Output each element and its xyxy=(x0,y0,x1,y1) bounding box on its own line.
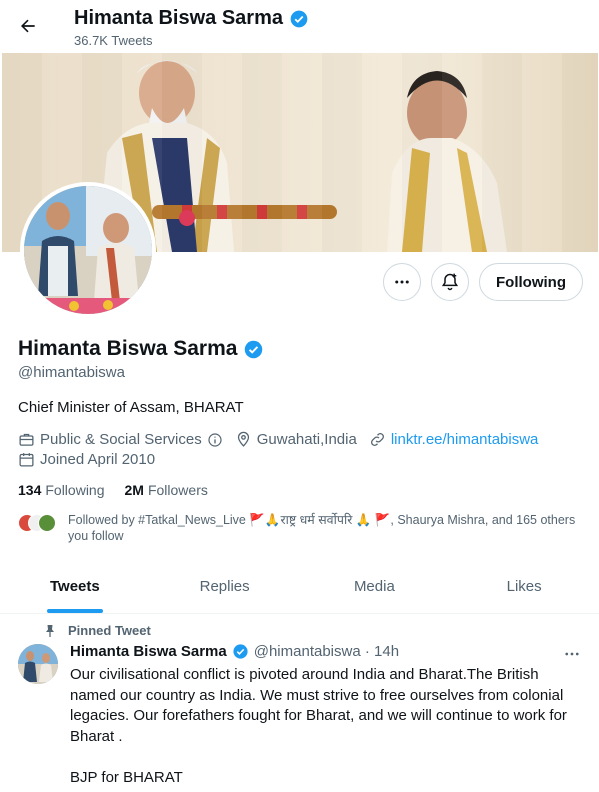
tweet-handle-time[interactable]: @himantabiswa · 14h xyxy=(254,643,399,660)
tab-replies[interactable]: Replies xyxy=(150,560,300,613)
profile-joined: Joined April 2010 xyxy=(18,451,155,468)
following-button[interactable]: Following xyxy=(479,263,583,301)
pin-icon xyxy=(46,624,54,637)
more-horizontal-icon xyxy=(395,280,409,284)
tweet-header: Himanta Biswa Sarma @himantabiswa · 14h xyxy=(70,643,399,660)
header-title: Himanta Biswa Sarma xyxy=(74,7,309,30)
profile-joined-label: Joined April 2010 xyxy=(40,451,156,468)
profile-stats: 134 Following 2M Followers xyxy=(18,482,208,498)
profile-meta-row: Public & Social Services Guwahati,India … xyxy=(18,431,550,448)
profile-location-label: Guwahati,India xyxy=(256,431,357,448)
profile-bio: Chief Minister of Assam, BHARAT xyxy=(18,399,244,416)
profile-category-label: Public & Social Services xyxy=(40,431,202,448)
profile-avatar[interactable] xyxy=(20,182,156,318)
profile-display-name: Himanta Biswa Sarma xyxy=(18,337,238,360)
follower-avatar xyxy=(38,514,56,532)
profile-location: Guwahati,India xyxy=(235,431,357,448)
info-icon[interactable] xyxy=(207,432,223,448)
briefcase-icon xyxy=(19,433,34,446)
tab-tweets[interactable]: Tweets xyxy=(0,560,150,613)
tab-label: Tweets xyxy=(50,578,100,595)
profile-name: Himanta Biswa Sarma xyxy=(18,337,264,361)
tab-likes[interactable]: Likes xyxy=(449,560,599,613)
profile-category: Public & Social Services xyxy=(18,431,223,448)
tab-media[interactable]: Media xyxy=(300,560,450,613)
more-horizontal-icon xyxy=(565,652,579,656)
pinned-tweet[interactable]: Pinned Tweet Himanta Biswa Sarma @himant… xyxy=(0,615,599,792)
profile-joined-row: Joined April 2010 xyxy=(18,451,167,468)
back-arrow-icon[interactable] xyxy=(14,12,42,40)
profile-link-url[interactable]: linktr.ee/himantabiswa xyxy=(391,431,539,448)
followed-by-row[interactable]: Followed by #Tatkal_News_Live 🚩🙏राष्ट्र … xyxy=(18,512,578,544)
followers-stat[interactable]: 2M Followers xyxy=(125,482,208,498)
followers-label: Followers xyxy=(147,482,208,498)
more-options-button[interactable] xyxy=(383,263,422,301)
tab-label: Likes xyxy=(506,578,542,595)
tweet-author-name[interactable]: Himanta Biswa Sarma xyxy=(70,643,227,660)
bell-plus-icon xyxy=(441,273,459,291)
follower-avatars xyxy=(18,514,58,534)
tweet-count: 36.7K Tweets xyxy=(74,33,153,48)
location-pin-icon xyxy=(237,431,249,447)
profile-actions: Following xyxy=(383,263,583,301)
followers-count: 2M xyxy=(124,482,144,498)
tweet-author-avatar[interactable] xyxy=(18,644,58,684)
active-tab-indicator xyxy=(46,609,103,613)
calendar-icon xyxy=(19,453,34,467)
link-icon xyxy=(370,433,384,446)
profile-tabs: Tweets Replies Media Likes xyxy=(0,560,599,614)
header-name: Himanta Biswa Sarma xyxy=(74,7,283,29)
pinned-label-row: Pinned Tweet xyxy=(44,623,151,638)
following-count: 134 xyxy=(18,482,42,498)
profile-link[interactable]: linktr.ee/himantabiswa xyxy=(369,431,539,448)
following-stat[interactable]: 134 Following xyxy=(18,482,105,498)
notifications-button[interactable] xyxy=(431,263,470,301)
avatar-photo xyxy=(24,186,152,314)
profile-handle: @himantabiswa xyxy=(18,364,125,381)
verified-badge-icon xyxy=(290,10,308,27)
avatar-photo xyxy=(18,644,58,684)
followed-by-text: Followed by #Tatkal_News_Live 🚩🙏राष्ट्र … xyxy=(68,513,576,543)
profile-header-bar: Himanta Biswa Sarma 36.7K Tweets xyxy=(0,0,599,52)
tab-label: Replies xyxy=(199,578,250,595)
pinned-label: Pinned Tweet xyxy=(68,623,151,638)
tab-label: Media xyxy=(353,578,395,595)
following-label: Following xyxy=(45,482,105,498)
verified-badge-icon xyxy=(245,340,263,358)
tweet-text: Our civilisational conflict is pivoted a… xyxy=(70,666,567,786)
verified-badge-icon xyxy=(233,644,248,659)
